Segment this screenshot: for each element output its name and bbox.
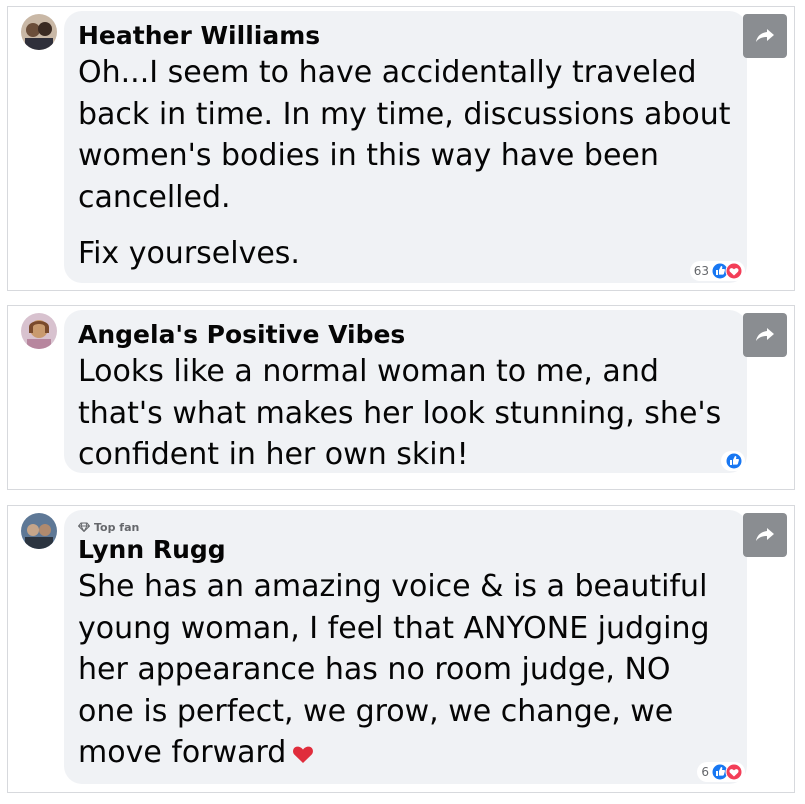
share-button[interactable] [743,313,787,357]
love-icon [725,763,743,781]
reaction-summary[interactable]: 63 [689,261,745,281]
avatar[interactable] [21,513,57,549]
badge-label: Top fan [94,520,140,534]
avatar[interactable] [21,313,57,349]
reaction-summary[interactable]: 6 [697,762,745,782]
comment-text: Oh...I seem to have accidentally travele… [78,55,731,215]
diamond-icon [78,522,90,532]
comment-card: Top fan Lynn Rugg She has an amazing voi… [7,505,795,793]
share-arrow-icon [756,328,774,341]
share-button[interactable] [743,513,787,557]
share-arrow-icon [756,528,774,541]
avatar[interactable] [21,14,57,50]
comment-bubble: Angela's Positive Vibes Looks like a nor… [64,310,747,473]
share-arrow-icon [756,29,774,42]
top-fan-badge: Top fan [78,520,733,534]
comment-text: She has an amazing voice & is a beautifu… [78,566,733,774]
reaction-summary[interactable] [721,451,745,471]
comment-text-body: She has an amazing voice & is a beautifu… [78,569,710,770]
like-icon [725,452,743,470]
comment-text: Looks like a normal woman to me, and tha… [78,354,722,472]
reaction-count: 63 [693,264,709,278]
reaction-count: 6 [701,765,709,779]
comment-card: Angela's Positive Vibes Looks like a nor… [7,305,795,490]
share-button[interactable] [743,14,787,58]
comment-author[interactable]: Heather Williams [78,20,733,52]
comment-bubble: Heather Williams Oh...I seem to have acc… [64,11,747,283]
love-icon [725,262,743,280]
comment-author[interactable]: Angela's Positive Vibes [78,319,733,351]
comment-bubble: Top fan Lynn Rugg She has an amazing voi… [64,510,747,784]
comment-author[interactable]: Lynn Rugg [78,534,733,566]
comment-text: Fix yourselves. [78,236,300,271]
heart-emoji-icon [293,746,314,763]
comment-card: Heather Williams Oh...I seem to have acc… [7,6,795,291]
